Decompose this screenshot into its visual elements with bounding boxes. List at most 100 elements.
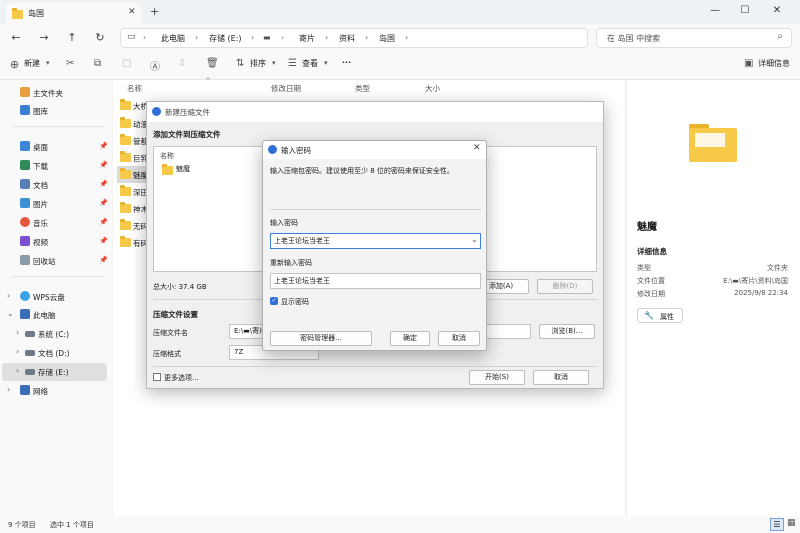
tab-close-icon[interactable]: ✕ [128,7,136,17]
ok-button[interactable]: 确定 [390,331,430,346]
breadcrumb-daoguo[interactable]: 岛国 [379,33,395,44]
password-dialog: 输入密码 ✕ 输入压缩包密码。建议使用至少 8 位的密码来保证安全性。 输入密码… [262,140,487,351]
dialog-title: 新建压缩文件 [165,108,210,117]
password-label: 输入密码 [270,219,298,227]
details-section-title: 详细信息 [637,247,667,256]
chevron-right-icon[interactable]: › [16,366,19,375]
properties-button[interactable]: 🔧 属性 [637,308,683,323]
sidebar-item-music[interactable]: 音乐 📌 [0,214,112,232]
sidebar-item-gallery[interactable]: 图库 [0,102,112,120]
pin-icon: 📌 [99,237,108,245]
sidebar-item-label: 回收站 [33,257,56,266]
breadcrumb-jipian[interactable]: 寄片 [299,33,315,44]
chevron-right-icon[interactable]: › [7,385,10,394]
home-icon [20,87,30,97]
chevron-right-icon[interactable]: › [7,291,10,300]
back-arrow-icon[interactable]: ← [8,30,24,46]
new-button[interactable]: 新建 [24,58,40,69]
column-header-type[interactable]: 类型 [355,83,370,94]
delete-icon[interactable]: 🗑 [206,58,219,69]
maximize-button[interactable]: ☐ [730,3,760,19]
folder-icon [120,117,131,128]
list-header: 名称 [160,152,174,160]
confirm-password-input[interactable]: 上老王论坛当老王 [270,273,481,289]
details-value: 文件夹 [767,264,788,272]
new-tab-button[interactable]: + [150,5,159,18]
details-view-icon[interactable]: ☰ [770,518,784,531]
archive-name-label: 压缩文件名 [153,329,188,337]
browse-button[interactable]: 浏览(B)... [539,324,595,339]
dialog-description: 输入压缩包密码。建议使用至少 8 位的密码来保证安全性。 [270,167,454,175]
tab-active[interactable]: 岛国 ✕ [6,3,142,24]
paste-icon[interactable]: ▢ [122,58,131,69]
forward-arrow-icon[interactable]: → [36,30,52,46]
sidebar-item-drive-d[interactable]: › 文档 (D:) [0,344,112,362]
password-manager-button[interactable]: 密码管理器... [270,331,372,346]
sidebar-item-drive-e[interactable]: › 存储 (E:) [2,363,107,381]
sidebar-item-home[interactable]: 主文件夹 [0,84,112,102]
recycle-bin-icon [20,255,30,265]
address-bar[interactable]: ▭ › 此电脑 › 存储 (E:) › ▬ › 寄片 › 资料 › 岛国 › [120,28,588,48]
chevron-right-icon[interactable]: › [16,328,19,337]
sidebar-item-label: 图库 [33,107,48,116]
share-icon[interactable]: ⇪ [178,58,186,69]
more-options-button[interactable]: ··· [342,58,351,67]
sidebar-item-drive-c[interactable]: › 系统 (C:) [0,325,112,343]
sidebar-item-label: 文档 (D:) [38,349,70,358]
rename-icon[interactable]: Ⓐ [150,58,160,73]
start-button[interactable]: 开始(S) [469,370,525,385]
cut-icon[interactable]: ✂ [66,58,74,69]
breadcrumb-ziliao[interactable]: 资料 [339,33,355,44]
sidebar-item-pictures[interactable]: 图片 📌 [0,195,112,213]
cancel-button[interactable]: 取消 [533,370,589,385]
sidebar-item-network[interactable]: › 网络 [0,382,112,400]
dialog-title: 输入密码 [281,146,311,155]
minimize-button[interactable]: — [700,3,730,19]
download-icon [20,160,30,170]
details-value: E:\▬\寄片\资料\岛国 [723,277,788,285]
sidebar-item-desktop[interactable]: 桌面 📌 [0,138,112,156]
breadcrumb-redacted[interactable]: ▬ [263,33,271,42]
breadcrumb-separator: › [281,33,285,42]
show-password-label: 显示密码 [281,298,309,306]
chevron-down-icon[interactable]: ⌄ [471,235,478,244]
sidebar-item-this-pc[interactable]: ⌄ 此电脑 [0,306,112,324]
delete-button[interactable]: 删除(D) [537,279,593,294]
cloud-icon [20,291,30,301]
sidebar-item-wps-cloud[interactable]: › WPS云盘 [0,288,112,306]
details-key: 文件位置 [637,277,665,285]
details-pane-button[interactable]: 详细信息 [758,58,790,69]
sidebar-item-recycle-bin[interactable]: 回收站 📌 [0,252,112,270]
column-header-modified[interactable]: 修改日期 [271,83,301,94]
chevron-down-icon[interactable]: ⌄ [7,309,14,318]
sidebar-item-label: 存储 (E:) [38,368,69,377]
tiles-view-icon[interactable]: ▦ [787,518,796,528]
show-password-checkbox[interactable]: ✓ [270,297,278,305]
video-icon [20,236,30,246]
sidebar-item-label: 主文件夹 [33,89,63,98]
status-bar: 9 个项目 选中 1 个项目 ☰ ▦ [0,516,800,533]
column-header-name[interactable]: 名称 [127,83,142,94]
chevron-right-icon[interactable]: › [16,347,19,356]
sort-button[interactable]: 排序 [250,58,266,69]
password-input[interactable]: 上老王论坛当老王 ⌄ [270,233,481,249]
close-button[interactable]: ✕ [762,3,792,19]
cancel-button[interactable]: 取消 [438,331,480,346]
copy-icon[interactable]: ⧉ [94,58,101,69]
breadcrumb-separator: › [405,33,409,42]
breadcrumb-this-pc[interactable]: 此电脑 [161,33,185,44]
tab-title: 岛国 [28,9,44,18]
sidebar-item-downloads[interactable]: 下载 📌 [0,157,112,175]
more-options-checkbox[interactable] [153,373,161,381]
view-button[interactable]: 查看 [302,58,318,69]
sidebar-item-documents[interactable]: 文档 📌 [0,176,112,194]
item-count: 9 个项目 [8,521,36,529]
column-header-size[interactable]: 大小 [425,83,440,94]
breadcrumb-drive-e[interactable]: 存储 (E:) [209,33,242,44]
refresh-icon[interactable]: ↻ [92,30,108,46]
up-arrow-icon[interactable]: ↑ [64,30,80,46]
search-input[interactable]: 在 岛国 中搜索 ⌕ [596,28,792,48]
close-icon[interactable]: ✕ [473,143,481,153]
sidebar-item-videos[interactable]: 视频 📌 [0,233,112,251]
list-item[interactable]: 魅魔 [176,164,190,174]
